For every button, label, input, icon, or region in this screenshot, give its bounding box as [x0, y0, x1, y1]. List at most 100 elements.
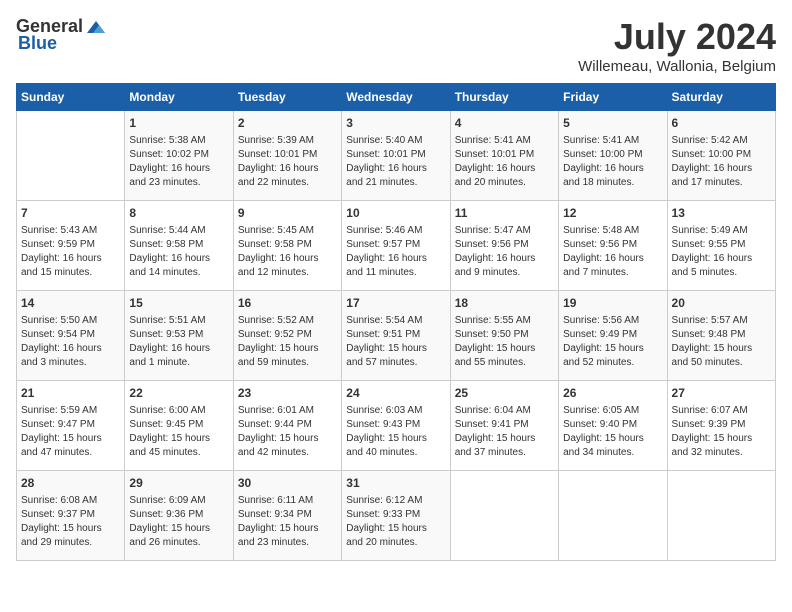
- info-line: Daylight: 15 hours: [455, 433, 536, 444]
- info-line: Daylight: 16 hours: [129, 253, 210, 264]
- info-line: Sunset: 10:00 PM: [563, 149, 643, 160]
- info-line: and 9 minutes.: [455, 267, 521, 278]
- info-line: Sunset: 9:54 PM: [21, 329, 95, 340]
- cell-week1-day3: 3Sunrise: 5:40 AMSunset: 10:01 PMDayligh…: [342, 111, 450, 201]
- info-line: Sunrise: 5:41 AM: [563, 135, 639, 146]
- day-number: 10: [346, 205, 445, 222]
- info-line: and 14 minutes.: [129, 267, 200, 278]
- info-line: Sunrise: 5:50 AM: [21, 315, 97, 326]
- info-line: and 40 minutes.: [346, 447, 417, 458]
- day-info: Sunrise: 5:47 AMSunset: 9:56 PMDaylight:…: [455, 224, 554, 280]
- cell-week3-day4: 18Sunrise: 5:55 AMSunset: 9:50 PMDayligh…: [450, 291, 558, 381]
- day-info: Sunrise: 6:07 AMSunset: 9:39 PMDaylight:…: [672, 404, 771, 460]
- day-info: Sunrise: 6:11 AMSunset: 9:34 PMDaylight:…: [238, 494, 337, 550]
- week-row-5: 28 Sunrise: 6:08 AMSunset: 9:37 PMDayligh…: [17, 471, 776, 561]
- day-number: 20: [672, 295, 771, 312]
- day-info: Sunrise: 5:52 AMSunset: 9:52 PMDaylight:…: [238, 314, 337, 370]
- day-number: 2: [238, 115, 337, 132]
- cell-week5-day3: 31 Sunrise: 6:12 AMSunset: 9:33 PMDayligh…: [342, 471, 450, 561]
- cell-week4-day3: 24Sunrise: 6:03 AMSunset: 9:43 PMDayligh…: [342, 381, 450, 471]
- info-line: Sunset: 9:53 PM: [129, 329, 203, 340]
- title-area: July 2024 Willemeau, Wallonia, Belgium: [578, 16, 776, 75]
- info-line: Sunrise: 5:52 AM: [238, 315, 314, 326]
- cell-week5-day5: [559, 471, 667, 561]
- info-line: Sunrise: 5:56 AM: [563, 315, 639, 326]
- day-number: 5: [563, 115, 662, 132]
- info-line: Sunset: 9:57 PM: [346, 239, 420, 250]
- info-line: Sunrise: 5:48 AM: [563, 225, 639, 236]
- info-line: and 42 minutes.: [238, 447, 309, 458]
- day-info: Sunrise: 5:42 AMSunset: 10:00 PMDaylight…: [672, 134, 771, 190]
- week-row-4: 21 Sunrise: 5:59 AMSunset: 9:47 PMDayligh…: [17, 381, 776, 471]
- info-line: Daylight: 15 hours: [129, 523, 210, 534]
- header-friday: Friday: [559, 84, 667, 111]
- info-line: Sunrise: 5:47 AM: [455, 225, 531, 236]
- week-row-1: 1Sunrise: 5:38 AMSunset: 10:02 PMDayligh…: [17, 111, 776, 201]
- day-info: Sunrise: 6:09 AMSunset: 9:36 PMDaylight:…: [129, 494, 228, 550]
- info-line: Sunrise: 5:38 AM: [129, 135, 205, 146]
- info-line: and 26 minutes.: [129, 537, 200, 548]
- info-line: Sunrise: 5:55 AM: [455, 315, 531, 326]
- info-line: Sunrise: 6:03 AM: [346, 405, 422, 416]
- info-line: Daylight: 16 hours: [21, 253, 102, 264]
- day-number: 6: [672, 115, 771, 132]
- day-number: 11: [455, 205, 554, 222]
- day-number: 17: [346, 295, 445, 312]
- info-line: and 29 minutes.: [21, 537, 92, 548]
- logo-icon: [85, 19, 107, 35]
- info-line: Sunset: 9:55 PM: [672, 239, 746, 250]
- day-info: Sunrise: 5:49 AMSunset: 9:55 PMDaylight:…: [672, 224, 771, 280]
- info-line: and 55 minutes.: [455, 357, 526, 368]
- day-number: 25: [455, 385, 554, 402]
- cell-week3-day5: 19Sunrise: 5:56 AMSunset: 9:49 PMDayligh…: [559, 291, 667, 381]
- week-row-3: 14Sunrise: 5:50 AMSunset: 9:54 PMDayligh…: [17, 291, 776, 381]
- cell-week2-day3: 10Sunrise: 5:46 AMSunset: 9:57 PMDayligh…: [342, 201, 450, 291]
- info-line: and 37 minutes.: [455, 447, 526, 458]
- cell-week5-day2: 30Sunrise: 6:11 AMSunset: 9:34 PMDayligh…: [233, 471, 341, 561]
- day-number: 9: [238, 205, 337, 222]
- info-line: and 23 minutes.: [238, 537, 309, 548]
- cell-week1-day2: 2Sunrise: 5:39 AMSunset: 10:01 PMDayligh…: [233, 111, 341, 201]
- info-line: Sunrise: 6:00 AM: [129, 405, 205, 416]
- cell-week4-day0: 21 Sunrise: 5:59 AMSunset: 9:47 PMDayligh…: [17, 381, 125, 471]
- info-line: and 15 minutes.: [21, 267, 92, 278]
- day-number: 4: [455, 115, 554, 132]
- info-line: and 52 minutes.: [563, 357, 634, 368]
- info-line: Sunrise: 5:59 AM: [21, 405, 97, 416]
- day-number: 31: [346, 475, 445, 492]
- info-line: and 23 minutes.: [129, 177, 200, 188]
- info-line: Sunset: 10:01 PM: [346, 149, 426, 160]
- day-number: 21: [21, 385, 120, 402]
- cell-week1-day6: 6 Sunrise: 5:42 AMSunset: 10:00 PMDayligh…: [667, 111, 775, 201]
- info-line: Sunrise: 6:04 AM: [455, 405, 531, 416]
- day-number: 18: [455, 295, 554, 312]
- header-tuesday: Tuesday: [233, 84, 341, 111]
- cell-week2-day1: 8Sunrise: 5:44 AMSunset: 9:58 PMDaylight…: [125, 201, 233, 291]
- info-line: and 7 minutes.: [563, 267, 629, 278]
- info-line: Sunset: 9:41 PM: [455, 419, 529, 430]
- info-line: Daylight: 16 hours: [672, 163, 753, 174]
- info-line: Sunset: 9:37 PM: [21, 509, 95, 520]
- info-line: and 5 minutes.: [672, 267, 738, 278]
- info-line: Sunrise: 5:46 AM: [346, 225, 422, 236]
- info-line: Sunset: 9:36 PM: [129, 509, 203, 520]
- info-line: and 22 minutes.: [238, 177, 309, 188]
- day-info: Sunrise: 5:46 AMSunset: 9:57 PMDaylight:…: [346, 224, 445, 280]
- day-number: 28: [21, 475, 120, 492]
- cell-week2-day5: 12Sunrise: 5:48 AMSunset: 9:56 PMDayligh…: [559, 201, 667, 291]
- info-line: Daylight: 15 hours: [238, 523, 319, 534]
- info-line: Daylight: 16 hours: [129, 343, 210, 354]
- day-info: Sunrise: 6:08 AMSunset: 9:37 PMDaylight:…: [21, 494, 120, 550]
- info-line: Sunset: 9:50 PM: [455, 329, 529, 340]
- day-number: 7: [21, 205, 120, 222]
- info-line: Sunrise: 6:01 AM: [238, 405, 314, 416]
- info-line: Sunset: 9:43 PM: [346, 419, 420, 430]
- info-line: Sunset: 9:45 PM: [129, 419, 203, 430]
- day-info: Sunrise: 5:50 AMSunset: 9:54 PMDaylight:…: [21, 314, 120, 370]
- info-line: Sunrise: 5:44 AM: [129, 225, 205, 236]
- day-info: Sunrise: 5:59 AMSunset: 9:47 PMDaylight:…: [21, 404, 120, 460]
- day-number: 15: [129, 295, 228, 312]
- cell-week1-day0: [17, 111, 125, 201]
- info-line: and 3 minutes.: [21, 357, 87, 368]
- day-info: Sunrise: 6:12 AMSunset: 9:33 PMDaylight:…: [346, 494, 445, 550]
